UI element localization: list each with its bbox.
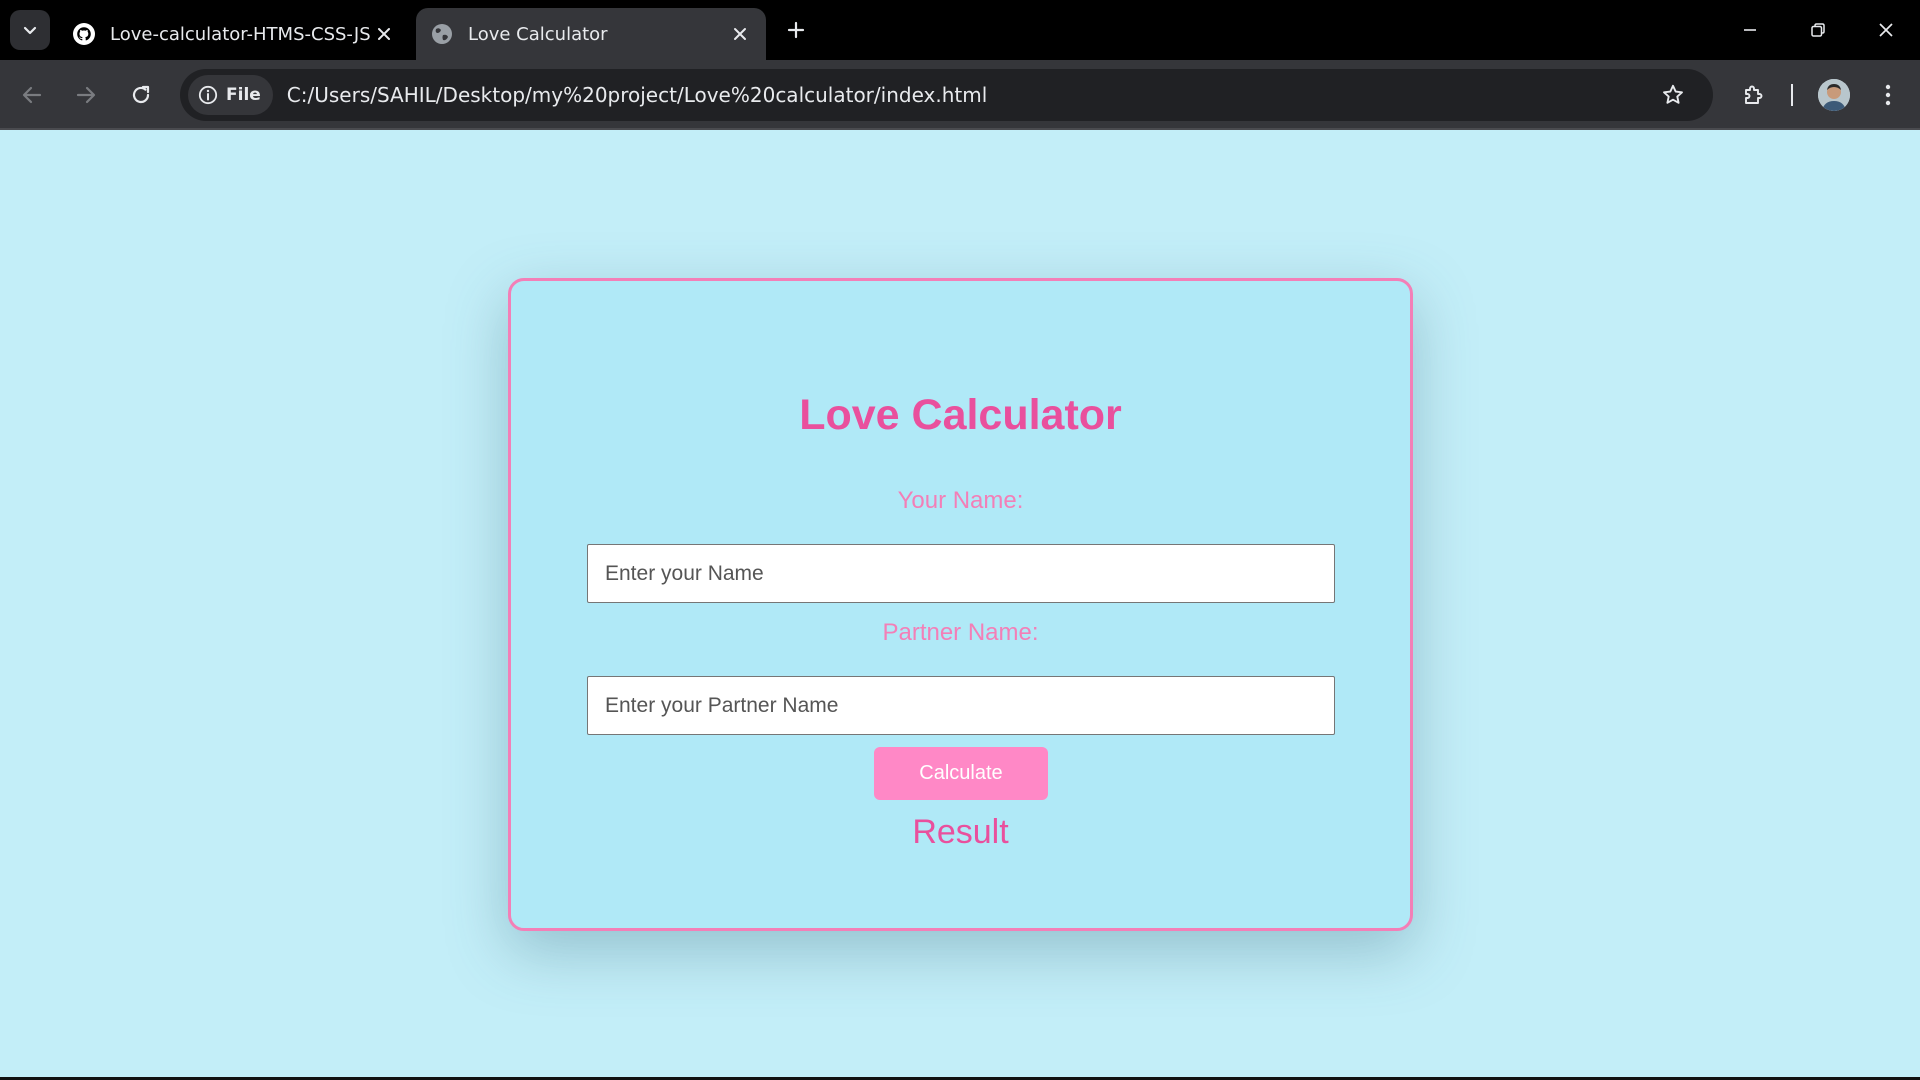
profile-avatar[interactable] xyxy=(1818,79,1850,111)
arrow-left-icon xyxy=(22,86,42,104)
minimize-button[interactable] xyxy=(1716,0,1784,60)
address-bar[interactable]: File C:/Users/SAHIL/Desktop/my%20project… xyxy=(180,69,1713,121)
love-calculator-card: Love Calculator Your Name: Partner Name:… xyxy=(508,278,1413,931)
toolbar-divider xyxy=(1791,84,1793,106)
star-icon xyxy=(1663,84,1683,104)
calculate-button[interactable]: Calculate xyxy=(874,747,1048,800)
close-window-button[interactable] xyxy=(1852,0,1920,60)
arrow-right-icon xyxy=(76,86,96,104)
globe-icon xyxy=(430,22,454,46)
plus-icon xyxy=(787,21,805,39)
minimize-icon xyxy=(1744,29,1756,31)
close-icon[interactable] xyxy=(726,20,754,48)
tab-search-button[interactable] xyxy=(10,10,50,50)
bookmark-button[interactable] xyxy=(1653,75,1693,115)
tab-strip: Love-calculator-HTMS-CSS-JS- Love Calcul… xyxy=(0,0,1920,60)
close-icon[interactable] xyxy=(370,20,398,48)
page-viewport: Love Calculator Your Name: Partner Name:… xyxy=(0,130,1920,1077)
your-name-label: Your Name: xyxy=(897,487,1024,514)
puzzle-icon xyxy=(1745,85,1763,104)
site-chip-label: File xyxy=(226,85,261,105)
github-icon xyxy=(72,22,96,46)
restore-icon xyxy=(1811,23,1825,37)
tab-title: Love Calculator xyxy=(468,23,608,45)
forward-button[interactable] xyxy=(66,75,106,115)
tab-github[interactable]: Love-calculator-HTMS-CSS-JS- xyxy=(60,8,410,60)
page-title: Love Calculator xyxy=(799,391,1122,439)
url-text[interactable]: C:/Users/SAHIL/Desktop/my%20project/Love… xyxy=(287,83,987,107)
partner-name-label: Partner Name: xyxy=(882,619,1039,646)
back-button[interactable] xyxy=(12,75,52,115)
browser-menu-button[interactable] xyxy=(1868,75,1908,115)
new-tab-button[interactable] xyxy=(778,12,814,48)
window-controls xyxy=(1716,0,1920,60)
partner-name-input[interactable] xyxy=(587,676,1335,735)
reload-button[interactable] xyxy=(121,75,161,115)
close-icon xyxy=(1879,23,1893,37)
your-name-input[interactable] xyxy=(587,544,1335,603)
kebab-menu-icon xyxy=(1885,84,1891,106)
extensions-button[interactable] xyxy=(1733,75,1773,115)
avatar-icon xyxy=(1818,79,1850,111)
site-info-chip[interactable]: File xyxy=(188,75,273,115)
reload-icon xyxy=(132,85,150,104)
browser-toolbar: File C:/Users/SAHIL/Desktop/my%20project… xyxy=(0,60,1920,130)
result-text: Result xyxy=(912,813,1009,851)
tab-title: Love-calculator-HTMS-CSS-JS- xyxy=(110,23,370,45)
tab-love-calculator[interactable]: Love Calculator xyxy=(416,8,766,60)
chevron-down-icon xyxy=(23,26,37,35)
info-icon xyxy=(198,85,218,105)
restore-button[interactable] xyxy=(1784,0,1852,60)
